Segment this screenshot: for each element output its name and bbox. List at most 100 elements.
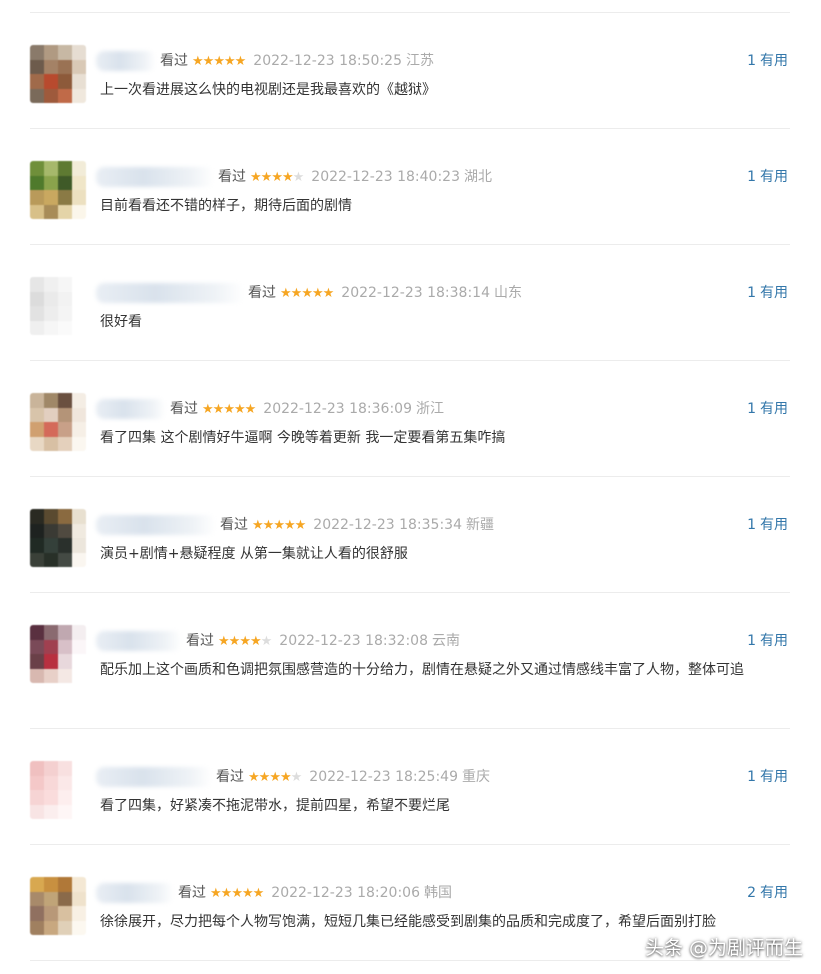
star-icon: ★ bbox=[213, 54, 225, 69]
username-blurred[interactable] bbox=[96, 283, 244, 303]
avatar[interactable] bbox=[30, 45, 86, 103]
comment-time: 2022-12-23 18:32:08 bbox=[279, 633, 428, 649]
star-icon: ★ bbox=[258, 770, 271, 785]
star-icon: ★ bbox=[280, 286, 292, 301]
comment-time: 2022-12-23 18:40:23 bbox=[311, 169, 460, 185]
star-icon: ★ bbox=[279, 770, 292, 785]
watched-status: 看过 bbox=[160, 53, 188, 69]
watched-status: 看过 bbox=[170, 401, 198, 417]
watched-status: 看过 bbox=[178, 885, 206, 901]
useful-vote-button[interactable]: 1 有用 bbox=[747, 283, 788, 303]
comment-time: 2022-12-23 18:20:06 bbox=[271, 885, 420, 901]
star-icon: ★ bbox=[292, 170, 305, 185]
watched-status: 看过 bbox=[186, 633, 214, 649]
star-icon: ★ bbox=[212, 402, 225, 417]
star-icon: ★ bbox=[233, 402, 246, 417]
comment-time: 2022-12-23 18:50:25 bbox=[253, 53, 402, 69]
avatar[interactable] bbox=[30, 161, 86, 219]
comment-item: 看过 ★★★★★ 2022-12-23 18:38:14 山东 1 有用 很好看 bbox=[30, 245, 790, 361]
useful-vote-button[interactable]: 1 有用 bbox=[747, 767, 788, 787]
watched-status: 看过 bbox=[216, 769, 244, 785]
comment-item: 看过 ★★★★★ 2022-12-23 18:32:08 云南 1 有用 配乐加上这个画质和… bbox=[30, 593, 790, 729]
useful-vote-button[interactable]: 1 有用 bbox=[747, 399, 788, 419]
star-icon: ★ bbox=[322, 286, 335, 301]
star-icon: ★ bbox=[244, 402, 257, 417]
username-blurred[interactable] bbox=[96, 767, 212, 787]
star-icon: ★ bbox=[192, 54, 204, 69]
useful-vote-button[interactable]: 2 有用 bbox=[747, 883, 788, 903]
useful-vote-button[interactable]: 1 有用 bbox=[747, 167, 788, 187]
comment-text: 配乐加上这个画质和色调把氛围感营造的十分给力，剧情在悬疑之外又通过情感线丰富了人… bbox=[100, 662, 744, 678]
star-icon: ★ bbox=[252, 886, 265, 901]
useful-vote-button[interactable]: 1 有用 bbox=[747, 631, 788, 651]
avatar[interactable] bbox=[30, 277, 86, 335]
comment-time: 2022-12-23 18:35:34 bbox=[313, 517, 462, 533]
useful-vote-button[interactable]: 1 有用 bbox=[747, 515, 788, 535]
star-icon: ★ bbox=[223, 54, 236, 69]
star-icon: ★ bbox=[311, 286, 324, 301]
useful-label: 有用 bbox=[760, 53, 788, 69]
rating-stars: ★★★★★ bbox=[250, 170, 305, 185]
star-icon: ★ bbox=[239, 634, 251, 649]
star-icon: ★ bbox=[252, 518, 264, 533]
rating-stars: ★★★★★ bbox=[192, 54, 247, 69]
comment-location: 云南 bbox=[431, 633, 460, 649]
star-icon: ★ bbox=[281, 170, 294, 185]
avatar[interactable] bbox=[30, 393, 86, 451]
useful-count: 1 bbox=[747, 285, 756, 301]
username-blurred[interactable] bbox=[96, 51, 156, 71]
comment-item: 看过 ★★★★★ 2022-12-23 18:40:23 湖北 1 有用 目前看看还不错的样… bbox=[30, 129, 790, 245]
comment-meta: 看过 ★★★★★ 2022-12-23 18:36:09 浙江 bbox=[170, 399, 444, 420]
star-icon: ★ bbox=[228, 634, 241, 649]
star-icon: ★ bbox=[210, 886, 222, 901]
star-icon: ★ bbox=[248, 770, 260, 785]
username-blurred[interactable] bbox=[96, 515, 216, 535]
star-icon: ★ bbox=[273, 518, 285, 533]
star-icon: ★ bbox=[260, 634, 273, 649]
comment-item: 看过 ★★★★★ 2022-12-23 18:35:34 新疆 1 有用 演员+剧情+悬疑程… bbox=[30, 477, 790, 593]
avatar[interactable] bbox=[30, 877, 86, 935]
avatar[interactable] bbox=[30, 509, 86, 567]
star-icon: ★ bbox=[290, 286, 303, 301]
comment-meta: 看过 ★★★★★ 2022-12-23 18:25:49 重庆 bbox=[216, 767, 490, 788]
star-icon: ★ bbox=[234, 54, 247, 69]
comment-location: 浙江 bbox=[415, 401, 444, 417]
star-icon: ★ bbox=[202, 402, 214, 417]
comment-text: 看了四集 这个剧情好牛逼啊 今晚等着更新 我一定要看第五集咋搞 bbox=[100, 430, 506, 446]
comment-meta: 看过 ★★★★★ 2022-12-23 18:38:14 山东 bbox=[248, 283, 522, 304]
star-icon: ★ bbox=[249, 634, 262, 649]
star-icon: ★ bbox=[262, 518, 275, 533]
star-icon: ★ bbox=[223, 402, 235, 417]
comment-item: 看过 ★★★★★ 2022-12-23 18:25:49 重庆 1 有用 看了四集，好紧凑不… bbox=[30, 729, 790, 845]
rating-stars: ★★★★★ bbox=[280, 286, 335, 301]
useful-label: 有用 bbox=[760, 885, 788, 901]
useful-vote-button[interactable]: 1 有用 bbox=[747, 51, 788, 71]
star-icon: ★ bbox=[290, 770, 303, 785]
star-icon: ★ bbox=[301, 286, 313, 301]
comment-text: 徐徐展开，尽力把每个人物写饱满，短短几集已经能感受到剧集的品质和完成度了，希望后… bbox=[100, 914, 716, 930]
comment-location: 新疆 bbox=[465, 517, 494, 533]
useful-label: 有用 bbox=[760, 285, 788, 301]
comment-location: 山东 bbox=[493, 285, 522, 301]
useful-count: 1 bbox=[747, 169, 756, 185]
username-blurred[interactable] bbox=[96, 167, 214, 187]
avatar[interactable] bbox=[30, 761, 86, 819]
star-icon: ★ bbox=[241, 886, 254, 901]
username-blurred[interactable] bbox=[96, 883, 174, 903]
avatar[interactable] bbox=[30, 625, 86, 683]
comment-location: 江苏 bbox=[405, 53, 434, 69]
rating-stars: ★★★★★ bbox=[252, 518, 307, 533]
comment-text: 上一次看进展这么快的电视剧还是我最喜欢的《越狱》 bbox=[100, 82, 436, 98]
star-icon: ★ bbox=[202, 54, 215, 69]
comment-item: 看过 ★★★★★ 2022-12-23 18:36:09 浙江 1 有用 看了四集 这个剧情… bbox=[30, 361, 790, 477]
useful-count: 1 bbox=[747, 633, 756, 649]
username-blurred[interactable] bbox=[96, 631, 182, 651]
comment-time: 2022-12-23 18:38:14 bbox=[341, 285, 490, 301]
rating-stars: ★★★★★ bbox=[248, 770, 303, 785]
comment-text: 目前看看还不错的样子，期待后面的剧情 bbox=[100, 198, 352, 214]
username-blurred[interactable] bbox=[96, 399, 166, 419]
star-icon: ★ bbox=[271, 170, 283, 185]
star-icon: ★ bbox=[294, 518, 307, 533]
comment-location: 重庆 bbox=[461, 769, 490, 785]
star-icon: ★ bbox=[250, 170, 262, 185]
